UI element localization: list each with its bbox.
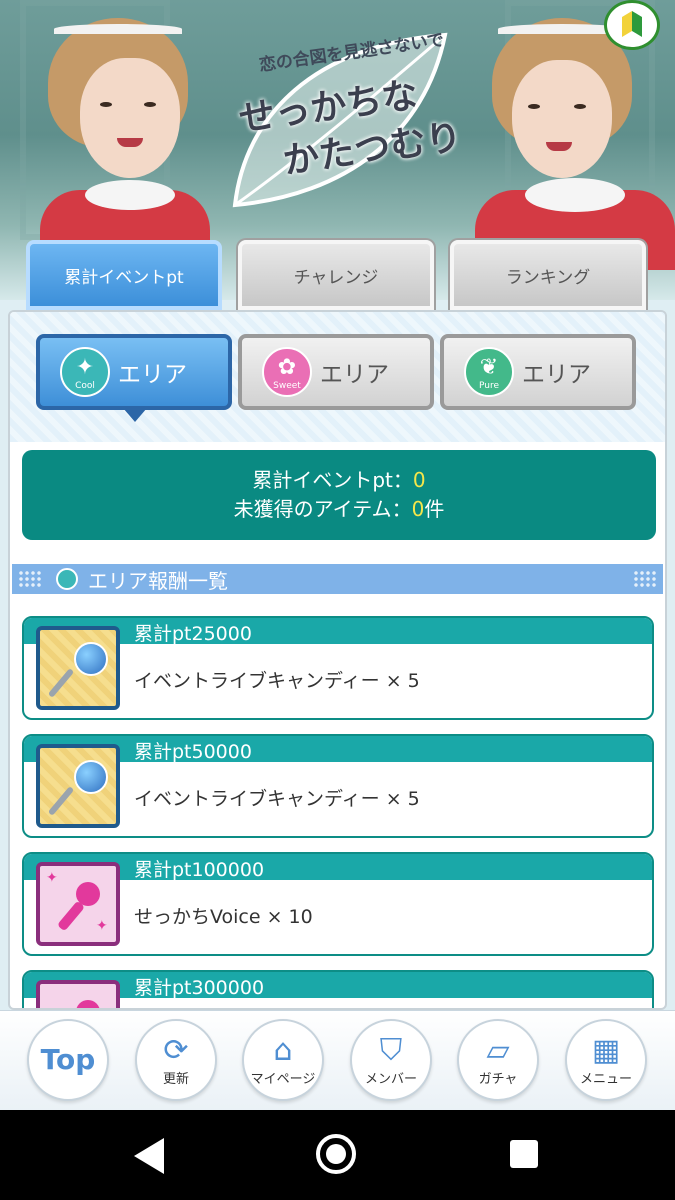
nav-label: ガチャ — [478, 1072, 518, 1087]
nav-mypage-button[interactable]: ⌂ マイページ — [242, 1019, 324, 1101]
home-circle-icon[interactable] — [316, 1134, 356, 1174]
member-icon: ⛉ — [379, 1033, 403, 1068]
tab-label: チャレンジ — [293, 267, 379, 288]
character-left — [40, 10, 240, 270]
tab-ranking[interactable]: ランキング — [450, 240, 646, 310]
cumulative-pt-line: 累計イベントpt：0 — [252, 468, 426, 492]
decoration-dots — [633, 570, 657, 588]
nav-member-button[interactable]: ⛉ メンバー — [350, 1019, 432, 1101]
cumulative-pt-value: 0 — [412, 468, 426, 492]
tab-label: ランキング — [505, 267, 591, 288]
tab-cumulative-event-pt[interactable]: 累計イベントpt — [26, 240, 222, 310]
beginner-mark-icon[interactable] — [604, 0, 660, 50]
area-button-pure[interactable]: ❦ Pure エリア — [440, 334, 636, 410]
back-icon[interactable] — [134, 1138, 164, 1174]
reward-item[interactable]: 累計pt25000 イベントライブキャンディー × 5 — [22, 616, 654, 720]
unclaimed-items-line: 未獲得のアイテム：0件 — [233, 497, 445, 521]
pure-badge-icon: ❦ Pure — [464, 347, 514, 397]
beginner-mark-icon — [622, 11, 642, 37]
section-header: エリア報酬一覧 — [12, 564, 663, 594]
gacha-icon: ▱ — [486, 1033, 510, 1068]
candy-icon — [36, 626, 120, 710]
system-navigation-bar — [0, 1110, 675, 1200]
reward-threshold: 累計pt50000 — [134, 741, 252, 763]
points-summary: 累計イベントpt：0 未獲得のアイテム：0件 — [22, 450, 656, 540]
reward-threshold: 累計pt100000 — [134, 859, 265, 881]
area-button-sweet[interactable]: ✿ Sweet エリア — [238, 334, 434, 410]
nav-gacha-button[interactable]: ▱ ガチャ — [457, 1019, 539, 1101]
reward-name: せっかちVoice × 10 — [134, 906, 313, 928]
nav-menu-button[interactable]: ▦ メニュー — [565, 1019, 647, 1101]
area-label: エリア — [320, 362, 389, 388]
nav-label: メニュー — [579, 1072, 632, 1087]
nav-refresh-button[interactable]: ⟳ 更新 — [135, 1019, 217, 1101]
nav-label: 更新 — [162, 1072, 189, 1087]
sweet-badge-icon: ✿ Sweet — [262, 347, 312, 397]
area-label: エリア — [522, 362, 591, 388]
decoration-dots — [18, 570, 42, 588]
bottom-navigation: Top ⟳ 更新 ⌂ マイページ ⛉ メンバー ▱ ガチャ ▦ メニュー — [0, 1010, 675, 1111]
area-button-cool[interactable]: ✦ Cool エリア — [36, 334, 232, 410]
character-right — [470, 10, 675, 270]
reward-threshold: 累計pt300000 — [134, 977, 265, 999]
recent-apps-icon[interactable] — [510, 1140, 538, 1168]
nav-label: メンバー — [364, 1072, 417, 1087]
cool-badge-icon — [56, 568, 78, 590]
reward-name: イベントライブキャンディー × 5 — [134, 670, 420, 692]
nav-top-button[interactable]: Top — [27, 1019, 109, 1101]
refresh-icon: ⟳ — [163, 1033, 189, 1068]
top-icon: Top — [40, 1043, 96, 1076]
cool-badge-icon: ✦ Cool — [60, 347, 110, 397]
reward-item[interactable]: 累計pt50000 イベントライブキャンディー × 5 — [22, 734, 654, 838]
menu-grid-icon: ▦ — [591, 1033, 621, 1068]
microphone-icon: ✦ ✦ — [36, 862, 120, 946]
unclaimed-items-value: 0 — [411, 497, 425, 521]
reward-item[interactable]: 累計pt300000 — [22, 970, 654, 1008]
reward-name: イベントライブキャンディー × 5 — [134, 788, 420, 810]
reward-threshold: 累計pt25000 — [134, 623, 252, 645]
reward-item[interactable]: ✦ ✦ 累計pt100000 せっかちVoice × 10 — [22, 852, 654, 956]
candy-icon — [36, 744, 120, 828]
tab-label: 累計イベントpt — [64, 267, 184, 288]
nav-label: マイページ — [250, 1072, 316, 1087]
area-label: エリア — [118, 362, 187, 388]
content-card: ✦ Cool エリア ✿ Sweet エリア ❦ Pure エリア 累計イベント… — [8, 310, 667, 1010]
section-title: エリア報酬一覧 — [88, 568, 228, 593]
home-icon: ⌂ — [273, 1033, 293, 1068]
tab-challenge[interactable]: チャレンジ — [238, 240, 434, 310]
selection-pointer-icon — [123, 408, 147, 422]
microphone-icon — [36, 980, 120, 1008]
